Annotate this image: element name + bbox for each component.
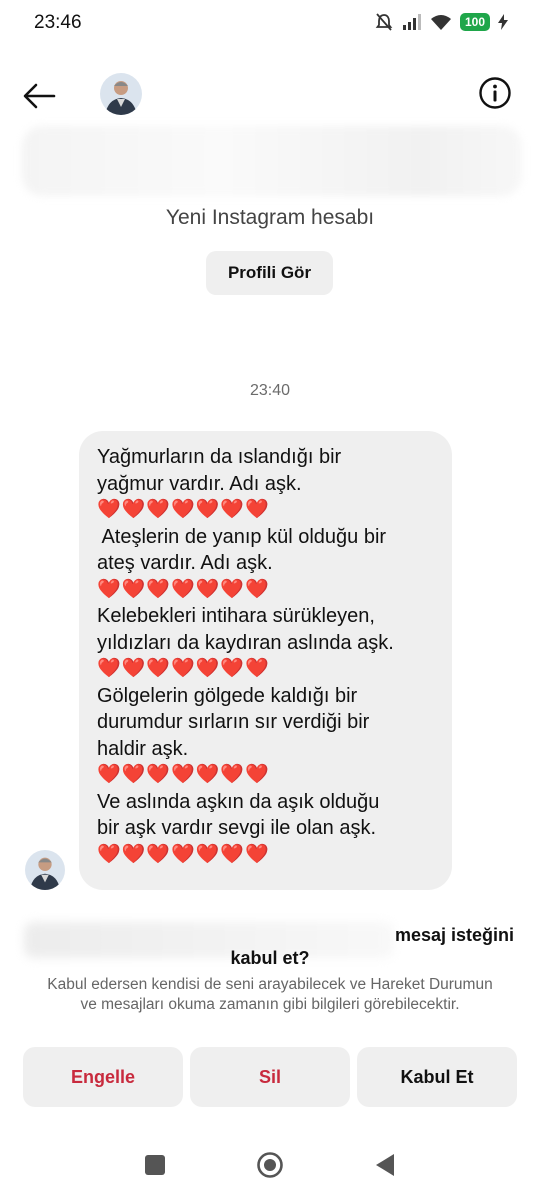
- message-line: ateş vardır. Adı aşk.: [97, 552, 273, 574]
- avatar[interactable]: [100, 73, 142, 115]
- sender-avatar-image: [25, 850, 65, 890]
- back-arrow-icon[interactable]: [20, 76, 60, 116]
- profile-subtitle: Yeni Instagram hesabı: [165, 206, 375, 229]
- accept-button[interactable]: Kabul Et: [357, 1047, 517, 1107]
- message-line: Ve aslında aşkın da aşık olduğu: [97, 790, 380, 813]
- battery-level: 100: [459, 13, 490, 31]
- signal-icon: [402, 14, 421, 30]
- message-timestamp: 23:40: [249, 382, 291, 399]
- request-title-continued: kabul et?: [230, 948, 310, 968]
- status-bar: 23:46 100: [0, 0, 540, 46]
- message-line: Kelebekleri intihara sürükleyen,: [97, 605, 375, 627]
- delete-button[interactable]: Sil: [190, 1047, 350, 1107]
- request-description: Kabul edersen kendisi de seni arayabilec…: [47, 976, 493, 1013]
- mute-bell-icon: [375, 13, 393, 31]
- info-icon[interactable]: [478, 76, 512, 110]
- message-line: durumdur sırların sır verdiği bir: [97, 711, 370, 733]
- back-triangle-icon[interactable]: [374, 1152, 396, 1178]
- request-title: mesaj isteğini: [394, 925, 514, 945]
- charging-icon: [498, 14, 508, 30]
- heart-emoji-row: ❤️❤️❤️❤️❤️❤️❤️: [97, 658, 270, 679]
- home-circle-icon[interactable]: [256, 1151, 284, 1179]
- sender-avatar[interactable]: [25, 850, 65, 890]
- message-line: Gölgelerin gölgede kaldığı bir: [97, 684, 358, 707]
- message-line: yıldızları da kaydıran aslında aşk.: [97, 631, 394, 654]
- heart-emoji-row: ❤️❤️❤️❤️❤️❤️❤️: [97, 499, 270, 520]
- block-button[interactable]: Engelle: [23, 1047, 183, 1107]
- avatar-image: [100, 73, 142, 115]
- heart-emoji-row: ❤️❤️❤️❤️❤️❤️❤️: [97, 843, 270, 865]
- obscured-profile-info: [22, 126, 522, 196]
- message-line: yağmur vardır. Adı aşk.: [97, 472, 302, 495]
- heart-emoji-row: ❤️❤️❤️❤️❤️❤️❤️: [97, 578, 270, 600]
- message-line: haldir aşk.: [97, 737, 189, 760]
- recents-square-icon[interactable]: [145, 1155, 165, 1175]
- message-bubble[interactable]: Yağmurların da ıslandığı bir yağmur vardı…: [79, 431, 452, 890]
- status-time: 23:46: [34, 12, 82, 33]
- wifi-icon: [430, 15, 451, 30]
- system-nav-bar: [0, 1140, 540, 1200]
- view-profile-button[interactable]: Profili Gör: [206, 251, 333, 295]
- chat-header: [0, 66, 540, 126]
- status-icons: 100: [374, 12, 508, 32]
- message-line: Yağmurların da ıslandığı bir: [97, 446, 342, 468]
- heart-emoji-row: ❤️❤️❤️❤️❤️❤️❤️: [97, 764, 270, 785]
- message-line: bir aşk vardır sevgi ile olan aşk.: [97, 817, 377, 839]
- message-line: Ateşlerin de yanıp kül olduğu bir: [97, 525, 387, 548]
